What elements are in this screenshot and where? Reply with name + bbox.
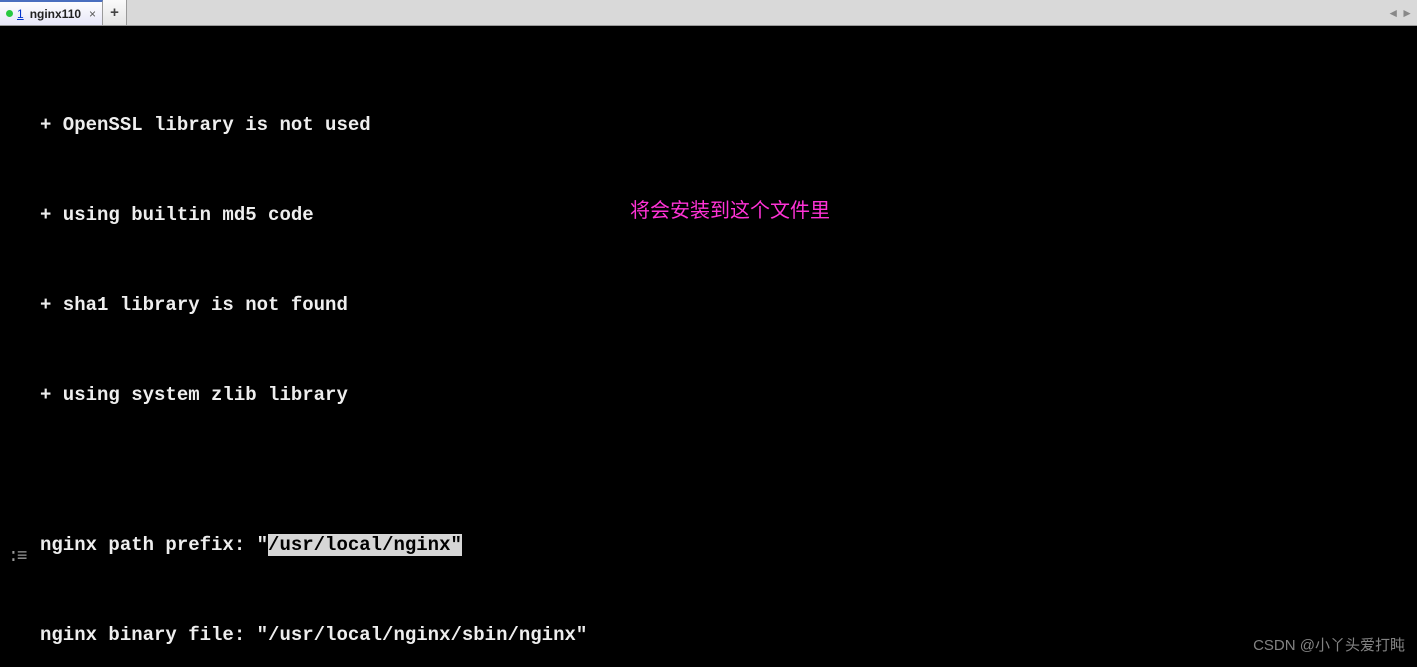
annotation-label: 将会安装到这个文件里	[630, 196, 830, 226]
toc-icon[interactable]: :≡	[8, 542, 26, 572]
output-line: + sha1 library is not found	[40, 290, 1407, 320]
output-line: + using system zlib library	[40, 380, 1407, 410]
add-tab-button[interactable]: +	[103, 0, 127, 25]
output-line: nginx binary file: "/usr/local/nginx/sbi…	[40, 620, 1407, 650]
status-dot-icon	[6, 10, 13, 17]
output-line: + OpenSSL library is not used	[40, 110, 1407, 140]
close-icon[interactable]: ×	[89, 7, 96, 21]
terminal-output[interactable]: + OpenSSL library is not used + using bu…	[0, 26, 1417, 667]
tab-label: nginx110	[30, 7, 81, 21]
nav-left-icon[interactable]: ◄	[1387, 6, 1399, 20]
nav-right-icon[interactable]: ►	[1401, 6, 1413, 20]
tab-bar: 1 nginx110 × + ◄ ►	[0, 0, 1417, 26]
tab-session-1[interactable]: 1 nginx110 ×	[0, 0, 103, 25]
tab-index: 1	[17, 7, 24, 21]
tab-nav-controls: ◄ ►	[1387, 0, 1413, 25]
watermark-label: CSDN @小丫头爱打盹	[1253, 631, 1405, 661]
output-line: nginx path prefix: "/usr/local/nginx"	[40, 530, 1407, 560]
selected-text: /usr/local/nginx"	[268, 534, 462, 556]
